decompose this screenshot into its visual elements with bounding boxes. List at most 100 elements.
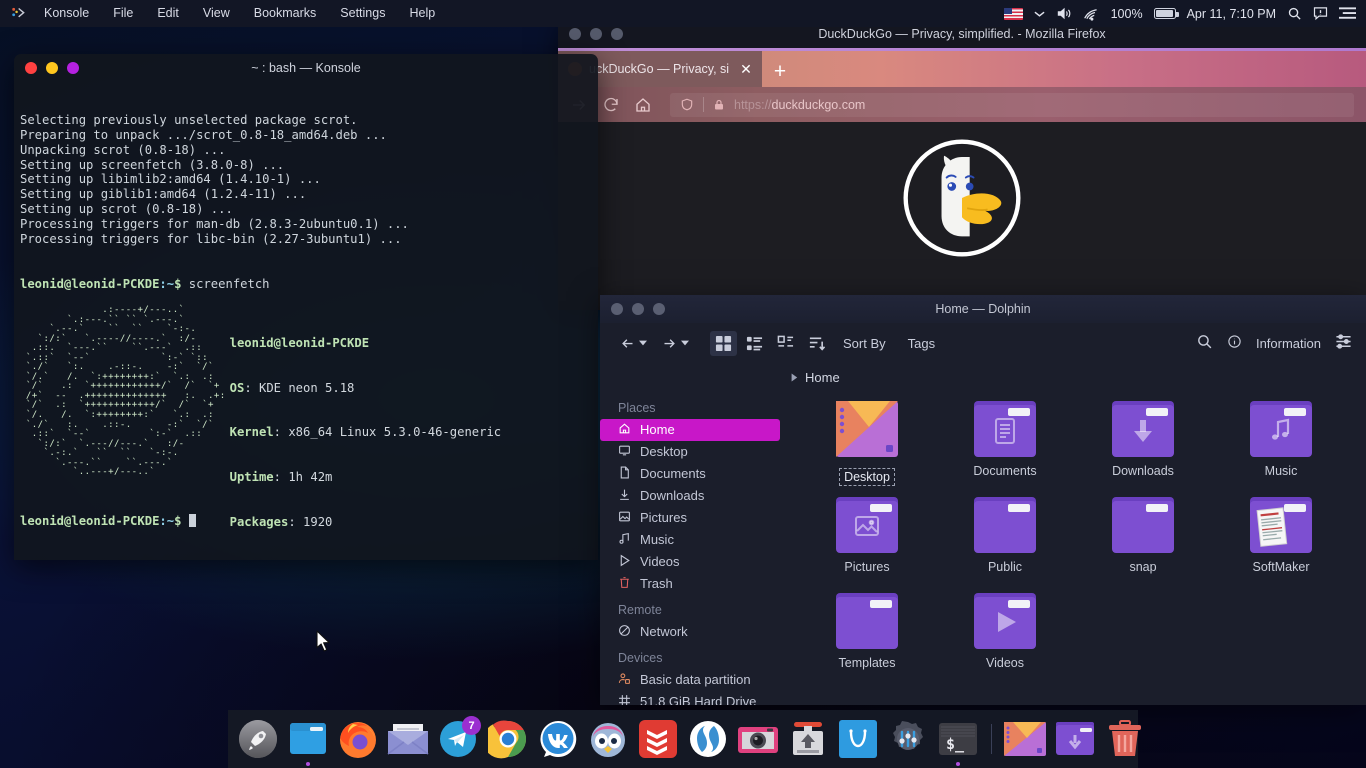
dock-downloader[interactable] xyxy=(786,717,830,761)
firefox-window[interactable]: DuckDuckGo — Privacy, simplified. - Mozi… xyxy=(558,20,1366,310)
dock-vk[interactable] xyxy=(536,717,580,761)
dock-camera[interactable] xyxy=(736,717,780,761)
lock-icon[interactable] xyxy=(713,98,725,112)
file-item-templates[interactable]: Templates xyxy=(798,589,936,685)
dock-settings[interactable] xyxy=(886,717,930,761)
file-item-pictures[interactable]: Pictures xyxy=(798,493,936,589)
tags-button[interactable]: Tags xyxy=(899,332,944,355)
new-tab-button[interactable]: + xyxy=(762,57,798,87)
dolphin-maximize-button[interactable] xyxy=(653,303,665,315)
konsole-window-buttons[interactable] xyxy=(14,62,79,74)
dock-owl-app[interactable] xyxy=(586,717,630,761)
sidebar-item-home[interactable]: Home xyxy=(600,419,780,441)
file-item-music[interactable]: Music xyxy=(1212,397,1350,493)
places-sidebar[interactable]: Places Home Desktop Documents Downloads xyxy=(600,391,786,705)
home-icon[interactable] xyxy=(634,96,652,114)
search-icon[interactable] xyxy=(1196,333,1213,353)
information-button[interactable]: Information xyxy=(1256,336,1321,351)
firefox-minimize-button[interactable] xyxy=(590,28,602,40)
global-menubar[interactable]: Konsole File Edit View Bookmarks Setting… xyxy=(0,0,1366,27)
menu-item-settings[interactable]: Settings xyxy=(328,0,397,27)
firefox-page-content[interactable] xyxy=(558,122,1366,310)
konsole-minimize-button[interactable] xyxy=(46,62,58,74)
dock-terminal[interactable]: $_ xyxy=(936,717,980,766)
battery-icon[interactable] xyxy=(1153,8,1179,19)
url-bar[interactable]: https://duckduckgo.com xyxy=(670,92,1354,117)
terminal-output-area[interactable]: Selecting previously unselected package … xyxy=(14,82,598,560)
dolphin-window-buttons[interactable] xyxy=(600,303,665,315)
menu-item-edit[interactable]: Edit xyxy=(145,0,191,27)
tab-close-icon[interactable]: ✕ xyxy=(736,61,756,78)
dock-software-store[interactable] xyxy=(836,717,880,761)
sidebar-item-documents[interactable]: Documents xyxy=(600,463,780,485)
firefox-tabstrip[interactable]: uckDuckGo — Privacy, si ✕ + xyxy=(558,51,1366,87)
url-text[interactable]: https://duckduckgo.com xyxy=(734,98,865,112)
file-pane[interactable]: Desktop Documents Downloads Music Pictur… xyxy=(786,391,1366,705)
menu-item-file[interactable]: File xyxy=(101,0,145,27)
notification-icon[interactable] xyxy=(1313,6,1328,21)
volume-icon[interactable] xyxy=(1056,6,1072,21)
menu-item-konsole[interactable]: Konsole xyxy=(32,0,101,27)
file-item-public[interactable]: Public xyxy=(936,493,1074,589)
menu-item-help[interactable]: Help xyxy=(397,0,447,27)
forward-arrow-icon[interactable] xyxy=(656,332,694,355)
breadcrumb[interactable]: Home xyxy=(600,363,1366,391)
dock-app-launcher[interactable] xyxy=(236,717,280,761)
sidebar-item-music[interactable]: Music xyxy=(600,529,780,551)
konsole-window[interactable]: ~ : bash — Konsole Selecting previously … xyxy=(14,54,598,560)
dock-skype[interactable] xyxy=(686,717,730,761)
firefox-maximize-button[interactable] xyxy=(611,28,623,40)
file-item-downloads[interactable]: Downloads xyxy=(1074,397,1212,493)
info-icon[interactable] xyxy=(1227,334,1242,352)
konsole-icon[interactable] xyxy=(6,6,32,21)
system-tray[interactable]: 100% Apr 11, 7:10 PM xyxy=(1003,6,1366,21)
dock[interactable]: 7 $_ xyxy=(228,710,1141,768)
sidebar-item-videos[interactable]: Videos xyxy=(600,551,780,573)
dolphin-toolbar[interactable]: Sort By Tags Information xyxy=(600,323,1366,363)
file-item-desktop[interactable]: Desktop xyxy=(798,397,936,493)
dock-firefox[interactable] xyxy=(336,717,380,761)
firefox-window-buttons[interactable] xyxy=(558,28,623,40)
wifi-icon[interactable] xyxy=(1083,7,1100,21)
dock-todoist[interactable] xyxy=(636,717,680,761)
compact-view-icon[interactable] xyxy=(741,331,768,356)
control-icon[interactable] xyxy=(1335,333,1352,353)
icon-view-icon[interactable] xyxy=(710,330,737,356)
breadcrumb-home[interactable]: Home xyxy=(805,370,840,385)
file-item-documents[interactable]: Documents xyxy=(936,397,1074,493)
dock-file-manager[interactable] xyxy=(286,717,330,766)
sidebar-item-basic-data-partition[interactable]: Basic data partition xyxy=(600,669,780,691)
sort-by-button[interactable]: Sort By xyxy=(834,332,895,355)
file-item-videos[interactable]: Videos xyxy=(936,589,1074,685)
shield-icon[interactable] xyxy=(680,97,694,112)
dock-show-desktop[interactable] xyxy=(1003,717,1047,761)
dock-telegram[interactable]: 7 xyxy=(436,716,481,761)
clock-label[interactable]: Apr 11, 7:10 PM xyxy=(1187,7,1276,21)
hamburger-menu-icon[interactable] xyxy=(1339,6,1356,21)
dock-chrome[interactable] xyxy=(486,717,530,761)
sidebar-item-desktop[interactable]: Desktop xyxy=(600,441,780,463)
menu-item-view[interactable]: View xyxy=(191,0,242,27)
details-view-icon[interactable] xyxy=(772,331,799,356)
chevron-down-icon[interactable] xyxy=(1034,10,1045,18)
sidebar-item-downloads[interactable]: Downloads xyxy=(600,485,780,507)
sidebar-item-hard-drive[interactable]: 51.8 GiB Hard Drive xyxy=(600,691,780,705)
konsole-maximize-button[interactable] xyxy=(67,62,79,74)
back-arrow-icon[interactable] xyxy=(614,332,652,355)
dolphin-window[interactable]: Home — Dolphin Sort By Tags Information … xyxy=(600,295,1366,705)
dolphin-close-button[interactable] xyxy=(611,303,623,315)
sidebar-item-network[interactable]: Network xyxy=(600,621,780,643)
file-item-softmaker[interactable]: SoftMaker xyxy=(1212,493,1350,589)
terminal-prompt-line-last[interactable]: leonid@leonid-PCKDE:~$ xyxy=(20,514,196,529)
sidebar-item-trash[interactable]: Trash xyxy=(600,573,780,595)
search-icon[interactable] xyxy=(1287,6,1302,21)
sort-icon[interactable] xyxy=(803,331,830,356)
sidebar-item-pictures[interactable]: Pictures xyxy=(600,507,780,529)
reload-icon[interactable] xyxy=(602,96,620,114)
menu-item-bookmarks[interactable]: Bookmarks xyxy=(242,0,329,27)
dolphin-titlebar[interactable]: Home — Dolphin xyxy=(600,295,1366,323)
firefox-close-button[interactable] xyxy=(569,28,581,40)
us-flag-icon[interactable] xyxy=(1003,7,1023,20)
firefox-navbar[interactable]: https://duckduckgo.com xyxy=(558,87,1366,122)
dock-mail[interactable] xyxy=(386,717,430,761)
